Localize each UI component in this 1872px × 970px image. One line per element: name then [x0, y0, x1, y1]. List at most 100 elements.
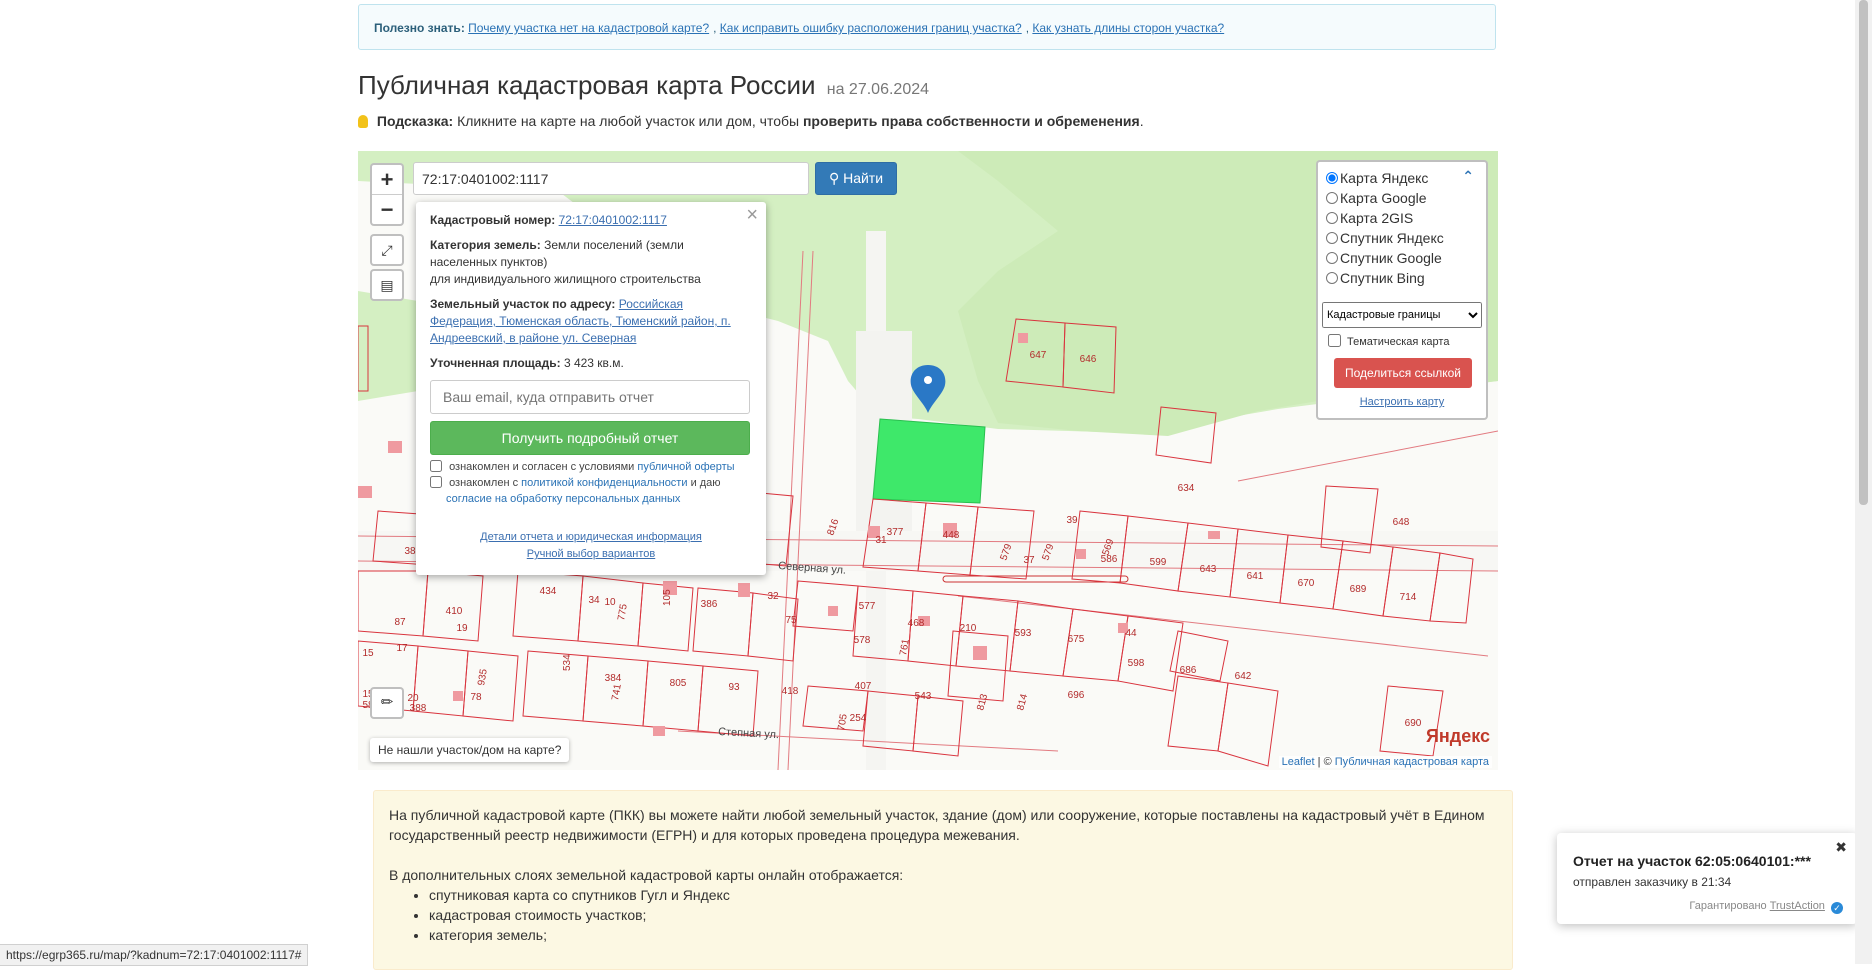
- cadnum-link[interactable]: 72:17:0401002:1117: [559, 213, 667, 227]
- notification-title: Отчет на участок 62:05:0640101:***: [1573, 853, 1811, 869]
- layer-radio-google-map[interactable]: [1326, 192, 1338, 204]
- svg-text:37: 37: [1023, 555, 1035, 566]
- lightbulb-icon: [358, 115, 368, 128]
- measure-button[interactable]: ✏: [370, 687, 404, 719]
- street-label-stepnaya: Степная ул.: [718, 726, 779, 741]
- svg-text:775: 775: [616, 603, 630, 622]
- link-side-lengths[interactable]: Как узнать длины сторон участка?: [1032, 21, 1224, 35]
- status-bar-url: https://egrp365.ru/map/?kadnum=72:17:040…: [0, 944, 309, 966]
- layer-option-google-satellite[interactable]: Спутник Google: [1318, 248, 1486, 268]
- email-field[interactable]: [430, 380, 750, 414]
- parcel-info-popup: × Кадастровый номер: 72:17:0401002:1117 …: [416, 202, 766, 575]
- layer-option-yandex-map[interactable]: Карта Яндекс: [1318, 168, 1486, 188]
- svg-text:647: 647: [1030, 350, 1047, 361]
- layer-option-2gis-map[interactable]: Карта 2GIS: [1318, 208, 1486, 228]
- share-link-button[interactable]: Поделиться ссылкой: [1334, 358, 1472, 388]
- link-fix-border-error[interactable]: Как исправить ошибку расположения границ…: [720, 21, 1022, 35]
- offer-checkbox[interactable]: [430, 460, 442, 472]
- svg-text:643: 643: [1200, 564, 1217, 575]
- layer-radio-yandex-satellite[interactable]: [1326, 232, 1338, 244]
- svg-text:578: 578: [854, 635, 871, 646]
- svg-text:448: 448: [943, 530, 960, 541]
- overlay-select[interactable]: Кадастровые границы: [1322, 302, 1482, 328]
- scrollbar-thumb[interactable]: [1859, 0, 1868, 505]
- svg-text:686: 686: [1180, 665, 1197, 676]
- print-button[interactable]: ▤: [370, 269, 404, 301]
- svg-text:384: 384: [605, 673, 622, 684]
- pkk-link[interactable]: Публичная кадастровая карта: [1335, 756, 1489, 768]
- search-icon: ⚲: [828, 170, 840, 186]
- search-button-label: Найти: [843, 170, 884, 186]
- leaflet-link[interactable]: Leaflet: [1282, 756, 1315, 768]
- svg-text:377: 377: [887, 527, 904, 538]
- svg-text:388: 388: [410, 703, 427, 714]
- privacy-policy-link[interactable]: политикой конфиденциальности: [521, 477, 687, 489]
- svg-text:714: 714: [1400, 592, 1417, 603]
- svg-text:598: 598: [1128, 658, 1145, 669]
- trustaction-link[interactable]: TrustAction: [1770, 900, 1825, 912]
- layer-radio-bing-satellite[interactable]: [1326, 272, 1338, 284]
- cadastral-search-input[interactable]: [413, 162, 809, 195]
- zoom-out-button[interactable]: −: [372, 195, 402, 224]
- useful-label: Полезно знать:: [374, 21, 465, 35]
- svg-text:642: 642: [1235, 671, 1252, 682]
- layer-radio-google-satellite[interactable]: [1326, 252, 1338, 264]
- svg-text:105: 105: [662, 589, 673, 606]
- layer-option-google-map[interactable]: Карта Google: [1318, 188, 1486, 208]
- zoom-control: + −: [370, 163, 404, 226]
- layer-radio-yandex-map[interactable]: [1326, 172, 1338, 184]
- svg-text:34: 34: [588, 595, 600, 606]
- zoom-in-button[interactable]: +: [372, 165, 402, 195]
- svg-text:468: 468: [908, 618, 925, 629]
- chevron-up-icon[interactable]: ⌃: [1462, 168, 1474, 185]
- report-details-link[interactable]: Детали отчета и юридическая информация: [480, 531, 702, 543]
- area-value: 3 423 кв.м.: [563, 356, 624, 370]
- svg-text:543: 543: [915, 691, 932, 702]
- svg-text:38: 38: [404, 546, 416, 557]
- svg-text:814: 814: [1015, 692, 1030, 711]
- link-why-no-parcel[interactable]: Почему участка нет на кадастровой карте?: [468, 21, 709, 35]
- offer-agreement-row: ознакомлен и согласен с условиями публич…: [430, 459, 752, 475]
- area-label: Уточненная площадь:: [430, 356, 561, 370]
- layer-radio-2gis-map[interactable]: [1326, 212, 1338, 224]
- svg-text:418: 418: [782, 686, 799, 697]
- layer-option-bing-satellite[interactable]: Спутник Bing: [1318, 268, 1486, 288]
- svg-text:19: 19: [456, 623, 468, 634]
- list-item: категория земель;: [429, 925, 1497, 945]
- fullscreen-button[interactable]: ⤢: [370, 234, 404, 266]
- hint-label: Подсказка:: [376, 113, 454, 129]
- search-button[interactable]: ⚲ Найти: [815, 162, 897, 195]
- thematic-map-checkbox[interactable]: [1328, 334, 1341, 347]
- svg-text:434: 434: [540, 586, 557, 597]
- svg-text:75: 75: [785, 615, 797, 626]
- svg-text:87: 87: [394, 617, 406, 628]
- close-icon[interactable]: ✖: [1835, 839, 1847, 856]
- get-report-button[interactable]: Получить подробный отчет: [430, 421, 750, 455]
- notification-subtitle: отправлен заказчику в 21:34: [1573, 875, 1732, 889]
- layer-option-yandex-satellite[interactable]: Спутник Яндекс: [1318, 228, 1486, 248]
- configure-map-link[interactable]: Настроить карту: [1360, 396, 1445, 408]
- close-icon[interactable]: ×: [746, 204, 758, 227]
- svg-text:93: 93: [728, 682, 740, 693]
- svg-text:32: 32: [767, 591, 779, 602]
- svg-text:44: 44: [1125, 628, 1137, 639]
- thematic-map-row[interactable]: Тематическая карта: [1318, 334, 1486, 348]
- svg-text:20: 20: [407, 693, 419, 704]
- cadastral-map[interactable]: 647 646 634 648 586 599 643 641 670 689 714 377 …: [358, 151, 1498, 770]
- info-list: спутниковая карта со спутников Гугл и Ян…: [389, 885, 1497, 945]
- ruler-icon: ✏: [380, 694, 394, 711]
- svg-text:696: 696: [1068, 690, 1085, 701]
- svg-text:407: 407: [855, 681, 872, 692]
- page-scrollbar[interactable]: [1855, 0, 1872, 964]
- hint-text: Кликните на карте на любой участок или д…: [457, 113, 800, 129]
- list-item: кадастровая стоимость участков;: [429, 905, 1497, 925]
- fullscreen-icon: ⤢: [381, 242, 393, 258]
- privacy-checkbox[interactable]: [430, 476, 442, 488]
- public-offer-link[interactable]: публичной оферты: [637, 461, 734, 473]
- svg-text:634: 634: [1178, 483, 1195, 494]
- svg-text:761: 761: [898, 638, 912, 657]
- personal-data-consent-link[interactable]: согласие на обработку персональных данны…: [446, 493, 680, 505]
- notification-footer: Гарантировано TrustAction ✓: [1689, 900, 1843, 914]
- not-found-button[interactable]: Не нашли участок/дом на карте?: [370, 738, 570, 762]
- manual-selection-link[interactable]: Ручной выбор вариантов: [527, 548, 655, 560]
